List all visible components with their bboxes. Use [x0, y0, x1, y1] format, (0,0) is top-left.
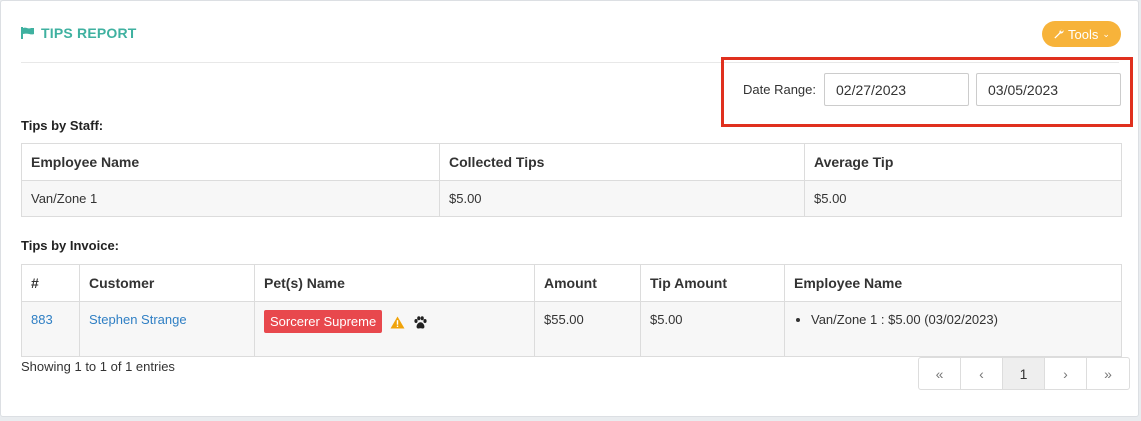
table-row: 883 Stephen Strange Sorcerer Supreme $55…: [21, 301, 1122, 357]
page-title: TIPS REPORT: [21, 25, 137, 41]
table-header-row: Employee Name Collected Tips Average Tip: [21, 143, 1122, 181]
invoice-customer-cell: Stephen Strange: [79, 301, 255, 357]
invoice-number-link[interactable]: 883: [31, 312, 53, 327]
column-header-customer[interactable]: Customer: [79, 264, 255, 302]
tools-button[interactable]: Tools ⌄: [1042, 21, 1121, 47]
pet-name-badge[interactable]: Sorcerer Supreme: [264, 310, 383, 333]
prev-page-button[interactable]: ‹: [961, 358, 1003, 389]
staff-employee-cell: Van/Zone 1: [21, 180, 440, 217]
tips-by-staff-table: Employee Name Collected Tips Average Tip…: [21, 143, 1122, 217]
next-page-button[interactable]: ›: [1045, 358, 1087, 389]
customer-link[interactable]: Stephen Strange: [89, 312, 187, 327]
invoice-amount-cell: $55.00: [534, 301, 641, 357]
column-header-number[interactable]: #: [21, 264, 80, 302]
date-start-input[interactable]: [824, 73, 969, 106]
column-header-tip-amount[interactable]: Tip Amount: [640, 264, 785, 302]
staff-average-cell: $5.00: [804, 180, 1122, 217]
column-header-employee-name[interactable]: Employee Name: [784, 264, 1122, 302]
column-header-employee[interactable]: Employee Name: [21, 143, 440, 181]
entries-info: Showing 1 to 1 of 1 entries: [21, 359, 175, 374]
invoice-employee-cell: Van/Zone 1 : $5.00 (03/02/2023): [784, 301, 1122, 357]
column-header-amount[interactable]: Amount: [534, 264, 641, 302]
tips-by-staff-label: Tips by Staff:: [21, 118, 104, 133]
page-1-button[interactable]: 1: [1003, 358, 1045, 389]
chevron-down-icon: ⌄: [1102, 28, 1110, 39]
date-range-label: Date Range:: [743, 82, 816, 97]
last-page-button[interactable]: »: [1087, 358, 1129, 389]
column-header-average-tip[interactable]: Average Tip: [804, 143, 1122, 181]
tips-by-invoice-label: Tips by Invoice:: [21, 238, 120, 253]
table-row: Van/Zone 1 $5.00 $5.00: [21, 180, 1122, 217]
employee-tip-list: Van/Zone 1 : $5.00 (03/02/2023): [794, 312, 1112, 327]
date-end-input[interactable]: [976, 73, 1121, 106]
column-header-pet-name[interactable]: Pet(s) Name: [254, 264, 535, 302]
invoice-tip-cell: $5.00: [640, 301, 785, 357]
tools-label: Tools: [1068, 26, 1099, 42]
page-title-text: TIPS REPORT: [41, 25, 137, 41]
invoice-pet-cell: Sorcerer Supreme: [254, 301, 535, 357]
table-header-row: # Customer Pet(s) Name Amount Tip Amount…: [21, 264, 1122, 302]
flag-icon: [21, 27, 35, 39]
paw-icon[interactable]: [413, 315, 428, 330]
warning-icon[interactable]: [390, 316, 405, 329]
list-item: Van/Zone 1 : $5.00 (03/02/2023): [811, 312, 1112, 327]
staff-collected-cell: $5.00: [439, 180, 805, 217]
first-page-button[interactable]: «: [919, 358, 961, 389]
pagination: « ‹ 1 › »: [918, 357, 1130, 390]
invoice-number-cell: 883: [21, 301, 80, 357]
column-header-collected-tips[interactable]: Collected Tips: [439, 143, 805, 181]
tips-report-panel: TIPS REPORT Tools ⌄ Date Range: Tips by …: [0, 0, 1139, 417]
tips-by-invoice-table: # Customer Pet(s) Name Amount Tip Amount…: [21, 264, 1122, 357]
wrench-icon: [1053, 27, 1064, 42]
